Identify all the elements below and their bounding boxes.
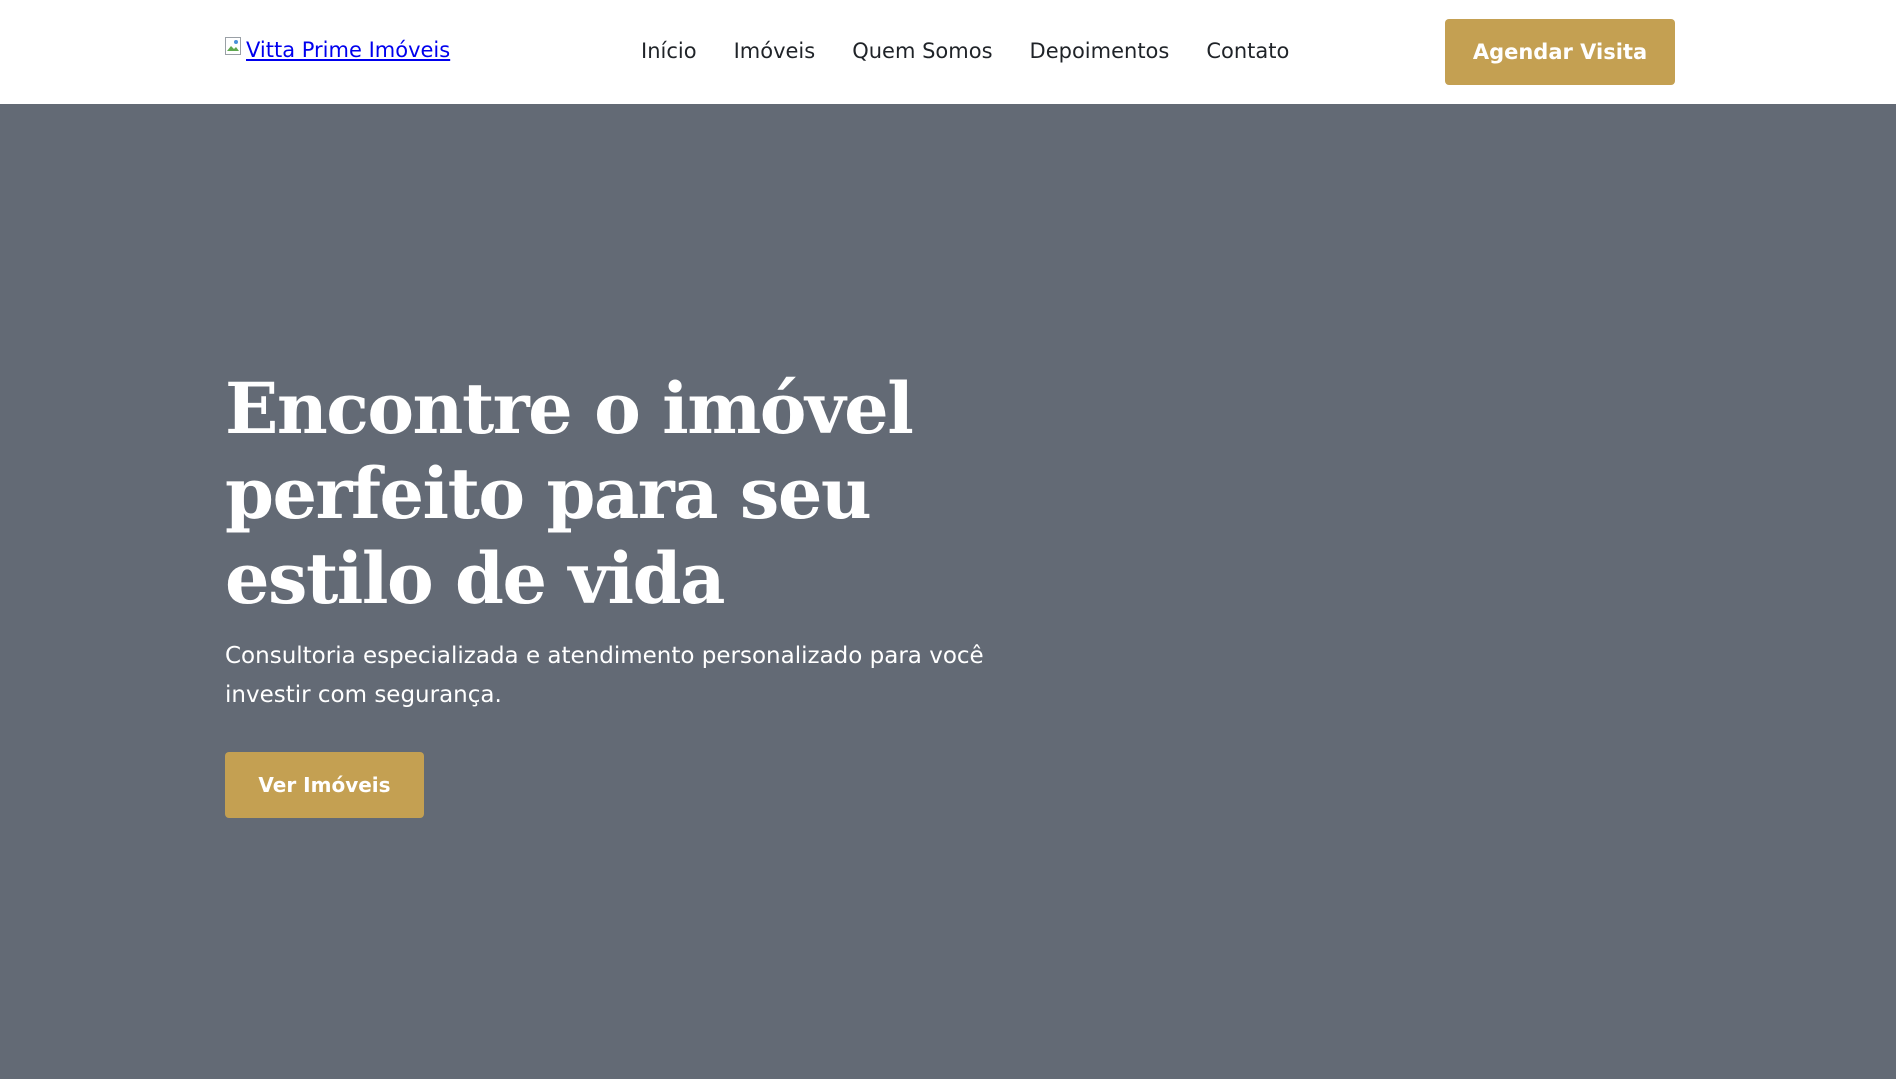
site-header: Vitta Prime Imóveis Início Imóveis Quem … [0, 0, 1896, 104]
hero-section: Encontre o imóvel perfeito para seu esti… [0, 104, 1896, 1079]
main-nav: Início Imóveis Quem Somos Depoimentos Co… [641, 38, 1289, 65]
nav-link-imoveis[interactable]: Imóveis [734, 38, 816, 65]
broken-image-icon [225, 37, 245, 57]
hero-subtitle: Consultoria especializada e atendimento … [225, 643, 984, 708]
nav-link-inicio[interactable]: Início [641, 38, 697, 65]
nav-link-contato[interactable]: Contato [1206, 38, 1289, 65]
view-properties-button[interactable]: Ver Imóveis [225, 752, 424, 818]
hero-title: Encontre o imóvel perfeito para seu esti… [225, 367, 914, 620]
nav-link-quem-somos[interactable]: Quem Somos [852, 38, 992, 65]
logo-link[interactable]: Vitta Prime Imóveis [225, 37, 450, 63]
schedule-visit-button[interactable]: Agendar Visita [1445, 19, 1675, 85]
nav-link-depoimentos[interactable]: Depoimentos [1030, 38, 1170, 65]
logo-alt-text: Vitta Prime Imóveis [246, 38, 451, 62]
